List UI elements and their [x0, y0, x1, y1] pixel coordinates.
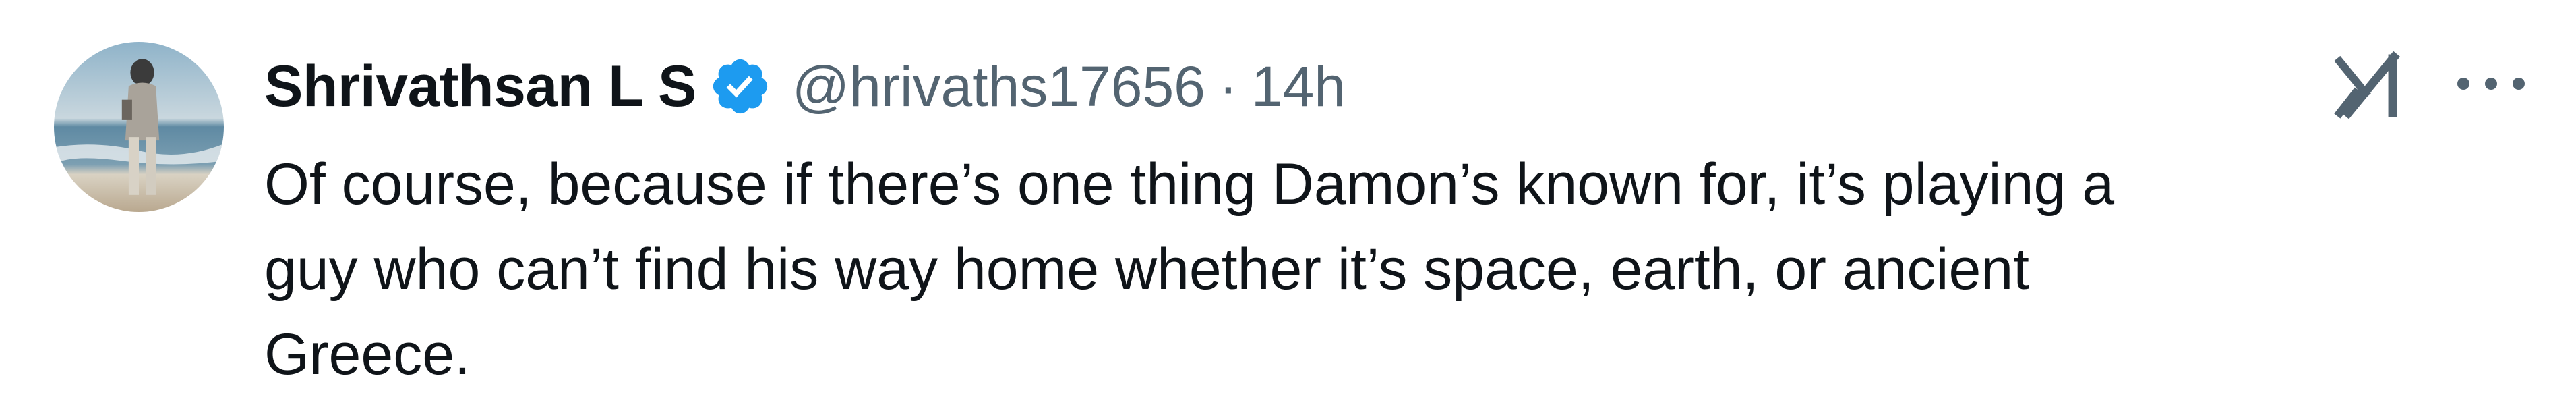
author-handle[interactable]: @hrivaths17656: [792, 54, 1205, 119]
tweet-timestamp[interactable]: 14h: [1251, 54, 1346, 119]
tweet-text: Of course, because if there’s one thing …: [264, 142, 2489, 397]
avatar-photo-icon: [54, 42, 224, 212]
avatar[interactable]: [54, 42, 224, 212]
more-dot: [2485, 78, 2497, 90]
more-dot: [2513, 78, 2525, 90]
tweet-text-line: Greece.: [264, 322, 471, 387]
more-options-icon[interactable]: [2457, 57, 2525, 111]
grok-icon[interactable]: [2334, 47, 2405, 122]
tweet-text-line: guy who can’t find his way home whether …: [264, 237, 2030, 302]
more-dot: [2457, 78, 2469, 90]
tweet-header: Shrivathsan L S @hrivaths17656 · 14h: [264, 46, 1346, 127]
verified-badge-icon[interactable]: [709, 55, 772, 118]
tweet-card[interactable]: Shrivathsan L S @hrivaths17656 · 14h Of …: [0, 0, 2576, 405]
tweet-text-line: Of course, because if there’s one thing …: [264, 152, 2115, 217]
author-display-name[interactable]: Shrivathsan L S: [264, 53, 696, 120]
separator-dot: ·: [1218, 54, 1238, 118]
